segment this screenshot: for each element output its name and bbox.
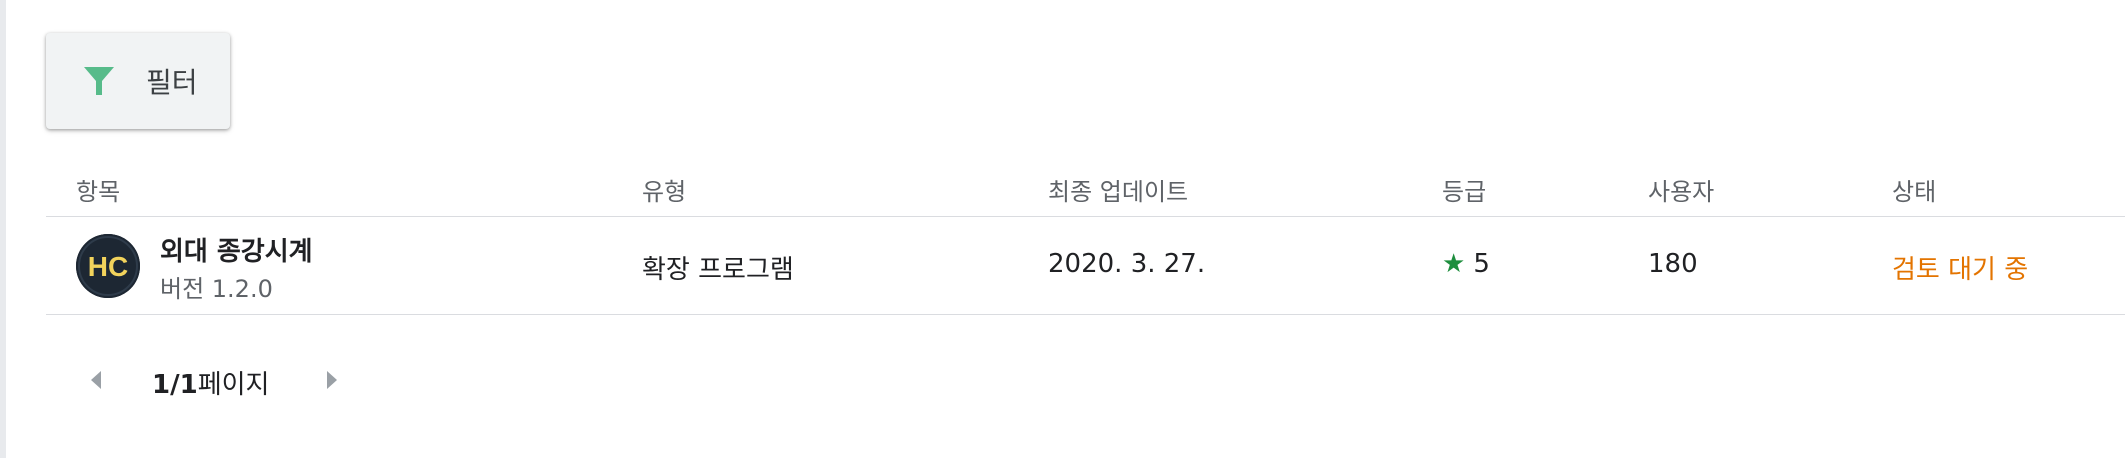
page-indicator: 1/1페이지 (152, 364, 269, 401)
filter-button[interactable]: 필터 (46, 33, 230, 129)
item-version: 버전 1.2.0 (160, 275, 273, 303)
column-header-item[interactable]: 항목 (76, 172, 120, 207)
column-header-type[interactable]: 유형 (642, 172, 686, 207)
column-header-rating[interactable]: 등급 (1442, 172, 1486, 207)
column-header-status[interactable]: 상태 (1892, 172, 1936, 207)
star-icon: ★ (1442, 249, 1466, 279)
items-table: 항목 유형 최종 업데이트 등급 사용자 상태 HC 외대 종강시계 버전 1.… (46, 158, 2125, 315)
page-suffix: 페이지 (197, 370, 270, 400)
item-status: 검토 대기 중 (1892, 255, 2029, 285)
table-header: 항목 유형 최종 업데이트 등급 사용자 상태 (46, 158, 2125, 217)
item-name[interactable]: 외대 종강시계 (160, 231, 313, 268)
column-header-last-updated[interactable]: 최종 업데이트 (1048, 172, 1188, 207)
developer-dashboard: 필터 항목 유형 최종 업데이트 등급 사용자 상태 HC 외대 종강시계 버전… (0, 0, 2125, 458)
total-pages: 1 (179, 370, 198, 400)
item-rating-value: 5 (1473, 249, 1490, 279)
item-avatar: HC (76, 234, 140, 298)
current-page: 1 (152, 370, 171, 400)
chevron-left-icon[interactable] (82, 365, 112, 395)
table-row[interactable]: HC 외대 종강시계 버전 1.2.0 확장 프로그램 2020. 3. 27.… (46, 217, 2125, 315)
item-users: 180 (1648, 249, 1698, 279)
chevron-right-icon[interactable] (316, 365, 346, 395)
left-edge-divider (0, 0, 6, 458)
filter-icon (82, 64, 116, 98)
item-last-updated: 2020. 3. 27. (1048, 249, 1206, 279)
page-separator: / (170, 370, 180, 400)
item-rating: ★ 5 (1442, 249, 1490, 279)
column-header-users[interactable]: 사용자 (1648, 172, 1714, 207)
item-type: 확장 프로그램 (642, 255, 794, 285)
filter-label: 필터 (146, 66, 198, 99)
pagination: 1/1페이지 (46, 356, 646, 404)
svg-text:HC: HC (88, 251, 128, 282)
